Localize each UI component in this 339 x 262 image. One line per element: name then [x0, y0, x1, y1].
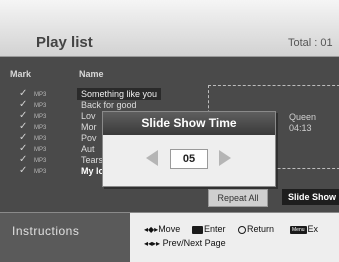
- decrease-arrow-icon[interactable]: [146, 150, 158, 166]
- exit-hint: Menu Ex: [290, 224, 318, 234]
- direction-arrows-icon: ◂◆▸: [144, 225, 159, 234]
- page-arrows-icon: ◂◂▸▸: [144, 239, 161, 248]
- enter-hint: Enter: [192, 224, 226, 234]
- page-title: Play list: [36, 34, 93, 51]
- instructions-label: Instructions: [12, 224, 80, 238]
- slide-time-value[interactable]: 05: [170, 149, 208, 169]
- enter-key-icon: [192, 225, 203, 234]
- return-hint: Return: [238, 224, 274, 234]
- slide-show-time-dialog: Slide Show Time 05: [102, 111, 276, 187]
- artist-label: Queen: [289, 112, 317, 122]
- return-key-icon: [238, 225, 246, 234]
- move-hint: ◂◆▸Move: [144, 224, 180, 234]
- exit-label: Ex: [307, 224, 319, 234]
- header-bar: Play list Total : 01: [0, 0, 339, 57]
- dialog-title: Slide Show Time: [103, 112, 275, 135]
- duration-label: 04:13: [289, 123, 312, 133]
- playlist-screen: Play list Total : 01 Mark Name ✓ MP3 Som…: [0, 0, 339, 262]
- dialog-body: 05: [103, 135, 275, 186]
- column-header-name: Name: [79, 69, 104, 79]
- enter-label: Enter: [204, 224, 226, 234]
- slide-show-button[interactable]: Slide Show: [282, 189, 339, 205]
- check-icon: ✓: [19, 165, 28, 176]
- menu-key-icon: Menu: [290, 225, 307, 234]
- file-type-label: MP3: [34, 169, 47, 175]
- instructions-panel: Instructions: [0, 212, 130, 262]
- instructions-legend: ◂◆▸Move Enter Return Menu Ex ◂◂▸▸ Prev/Ne…: [130, 212, 339, 262]
- column-header-mark: Mark: [10, 69, 32, 79]
- move-label: Move: [158, 224, 181, 234]
- instruction-row-paging: ◂◂▸▸ Prev/Next Page: [144, 238, 226, 248]
- total-count: Total : 01: [288, 37, 333, 49]
- prev-next-label: Prev/Next Page: [162, 238, 226, 248]
- repeat-all-button[interactable]: Repeat All: [208, 189, 268, 207]
- return-label: Return: [247, 224, 275, 234]
- increase-arrow-icon[interactable]: [219, 150, 231, 166]
